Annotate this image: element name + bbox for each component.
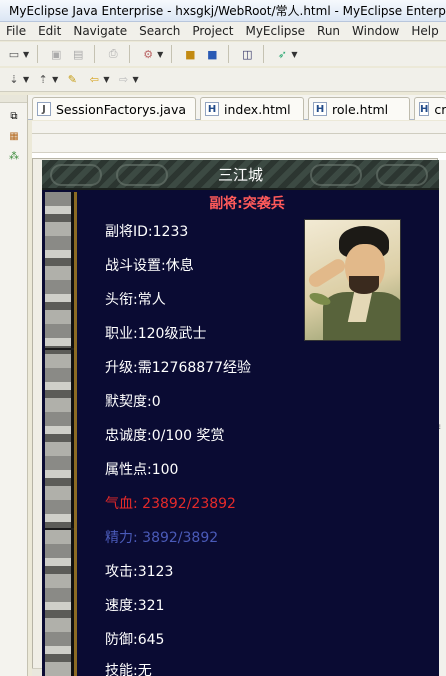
tab-label: index.html xyxy=(224,101,291,117)
editor-tabbar: J SessionFactorys.java H index.html H ro… xyxy=(28,95,446,120)
menu-help[interactable]: Help xyxy=(405,24,444,38)
stat-upgrade[interactable]: 升级:需12768877经验 xyxy=(105,357,251,377)
toolbar-separator xyxy=(228,45,230,63)
last-edit-icon[interactable]: ✎ xyxy=(64,72,80,88)
tab-label: cre xyxy=(434,101,446,117)
menu-window[interactable]: Window xyxy=(346,24,405,38)
stat-attack: 攻击:3123 xyxy=(105,564,174,580)
html-file-icon: H xyxy=(419,102,430,116)
deploy-icon[interactable]: ⚙ xyxy=(140,46,156,62)
cloud-ornament xyxy=(376,164,428,186)
window-titlebar: MyEclipse Java Enterprise - hxsgkj/WebRo… xyxy=(0,0,446,22)
portrait-beard xyxy=(349,276,379,294)
main-toolbar: ▭ ▼ ▣ ▤ ⎙ ⚙ ▼ ■ ■ ◫ ➶ ▼ xyxy=(0,42,446,66)
stat-skill: 技能:无 xyxy=(105,663,152,676)
menu-bar: File Edit Navigate Search Project MyEcli… xyxy=(0,22,446,41)
save-all-icon[interactable]: ▤ xyxy=(70,46,86,62)
general-portrait xyxy=(304,219,401,341)
stat-speed: 速度:321 xyxy=(105,598,165,614)
menu-run[interactable]: Run xyxy=(311,24,346,38)
trim-header xyxy=(0,95,27,103)
menu-navigate[interactable]: Navigate xyxy=(67,24,133,38)
package-explorer-icon[interactable]: ▦ xyxy=(7,129,21,143)
left-trim: ⧉ ▦ ⁂ xyxy=(0,95,28,676)
forward-icon[interactable]: ⇨ xyxy=(115,72,131,88)
prev-annotation-icon[interactable]: ⇡ xyxy=(35,72,51,88)
gold-border xyxy=(74,192,77,676)
cloud-ornament xyxy=(50,164,102,186)
tab-label: SessionFactorys.java xyxy=(56,101,187,117)
tab-cre[interactable]: H cre xyxy=(414,97,446,120)
menu-project[interactable]: Project xyxy=(186,24,239,38)
stat-hp: 气血: 23892/23892 xyxy=(105,496,236,512)
menu-search[interactable]: Search xyxy=(133,24,186,38)
stat-general-id: 副将ID:1233 xyxy=(105,224,189,240)
tab-role-html[interactable]: H role.html xyxy=(308,97,410,120)
stat-battle-setting[interactable]: 战斗设置:休息 xyxy=(105,255,194,275)
save-icon[interactable]: ▣ xyxy=(48,46,64,62)
browser-icon[interactable]: ◫ xyxy=(239,46,255,62)
toolbar-separator xyxy=(171,45,173,63)
toolbar-separator xyxy=(263,45,265,63)
prev-annotation-dropdown-icon[interactable]: ▼ xyxy=(52,75,58,84)
decorative-border xyxy=(45,192,74,676)
deploy-dropdown-icon[interactable]: ▼ xyxy=(157,50,163,59)
run-dropdown-icon[interactable]: ▼ xyxy=(291,50,297,59)
secondary-toolbar: ⇣ ▼ ⇡ ▼ ✎ ⇦ ▼ ⇨ ▼ xyxy=(0,68,446,92)
stat-rank-title: 头衔:常人 xyxy=(105,292,166,308)
server-stop-icon[interactable]: ■ xyxy=(204,46,220,62)
toolbar-separator xyxy=(94,45,96,63)
city-header: 三江城 xyxy=(42,160,439,190)
stat-loyalty[interactable]: 忠诚度:0/100 奖赏 xyxy=(105,425,225,445)
design-ruler xyxy=(32,121,446,153)
portrait-arm xyxy=(306,256,348,290)
window-title: MyEclipse Java Enterprise - hxsgkj/WebRo… xyxy=(9,4,446,18)
restore-icon[interactable]: ⧉ xyxy=(7,109,21,123)
tab-index-html[interactable]: H index.html xyxy=(200,97,304,120)
run-icon[interactable]: ➶ xyxy=(274,46,290,62)
print-icon[interactable]: ⎙ xyxy=(105,46,121,62)
stat-tacit: 默契度:0 xyxy=(105,394,161,410)
java-file-icon: J xyxy=(37,102,51,116)
game-panel: 三江城 副将:突袭兵 副将ID:1233 战斗设置:休息 头衔:常人 职业:12… xyxy=(42,160,439,676)
toolbar-separator xyxy=(37,45,39,63)
forward-dropdown-icon[interactable]: ▼ xyxy=(132,75,138,84)
next-annotation-dropdown-icon[interactable]: ▼ xyxy=(23,75,29,84)
ruler-line xyxy=(32,133,446,134)
menu-file[interactable]: File xyxy=(0,24,32,38)
html-file-icon: H xyxy=(205,102,219,116)
back-dropdown-icon[interactable]: ▼ xyxy=(103,75,109,84)
border-divider xyxy=(45,528,74,530)
menu-edit[interactable]: Edit xyxy=(32,24,67,38)
cloud-ornament xyxy=(116,164,168,186)
html-file-icon: H xyxy=(313,102,327,116)
server-icon[interactable]: ■ xyxy=(182,46,198,62)
stat-defense: 防御:645 xyxy=(105,632,165,648)
next-annotation-icon[interactable]: ⇣ xyxy=(6,72,22,88)
general-name: 副将:突袭兵 xyxy=(209,196,285,212)
new-icon[interactable]: ▭ xyxy=(6,46,22,62)
hierarchy-icon[interactable]: ⁂ xyxy=(7,149,21,163)
stat-attribute-points[interactable]: 属性点:100 xyxy=(105,459,178,479)
tab-label: role.html xyxy=(332,101,389,117)
city-name[interactable]: 三江城 xyxy=(218,164,263,185)
menu-myeclipse[interactable]: MyEclipse xyxy=(239,24,311,38)
toolbar-separator xyxy=(129,45,131,63)
new-dropdown-icon[interactable]: ▼ xyxy=(23,50,29,59)
stat-profession: 职业:120级武士 xyxy=(105,326,207,342)
border-divider xyxy=(45,348,74,350)
cloud-ornament xyxy=(310,164,362,186)
stat-energy: 精力: 3892/3892 xyxy=(105,530,219,546)
back-icon[interactable]: ⇦ xyxy=(86,72,102,88)
tab-sessionfactorys-java[interactable]: J SessionFactorys.java xyxy=(32,97,196,120)
